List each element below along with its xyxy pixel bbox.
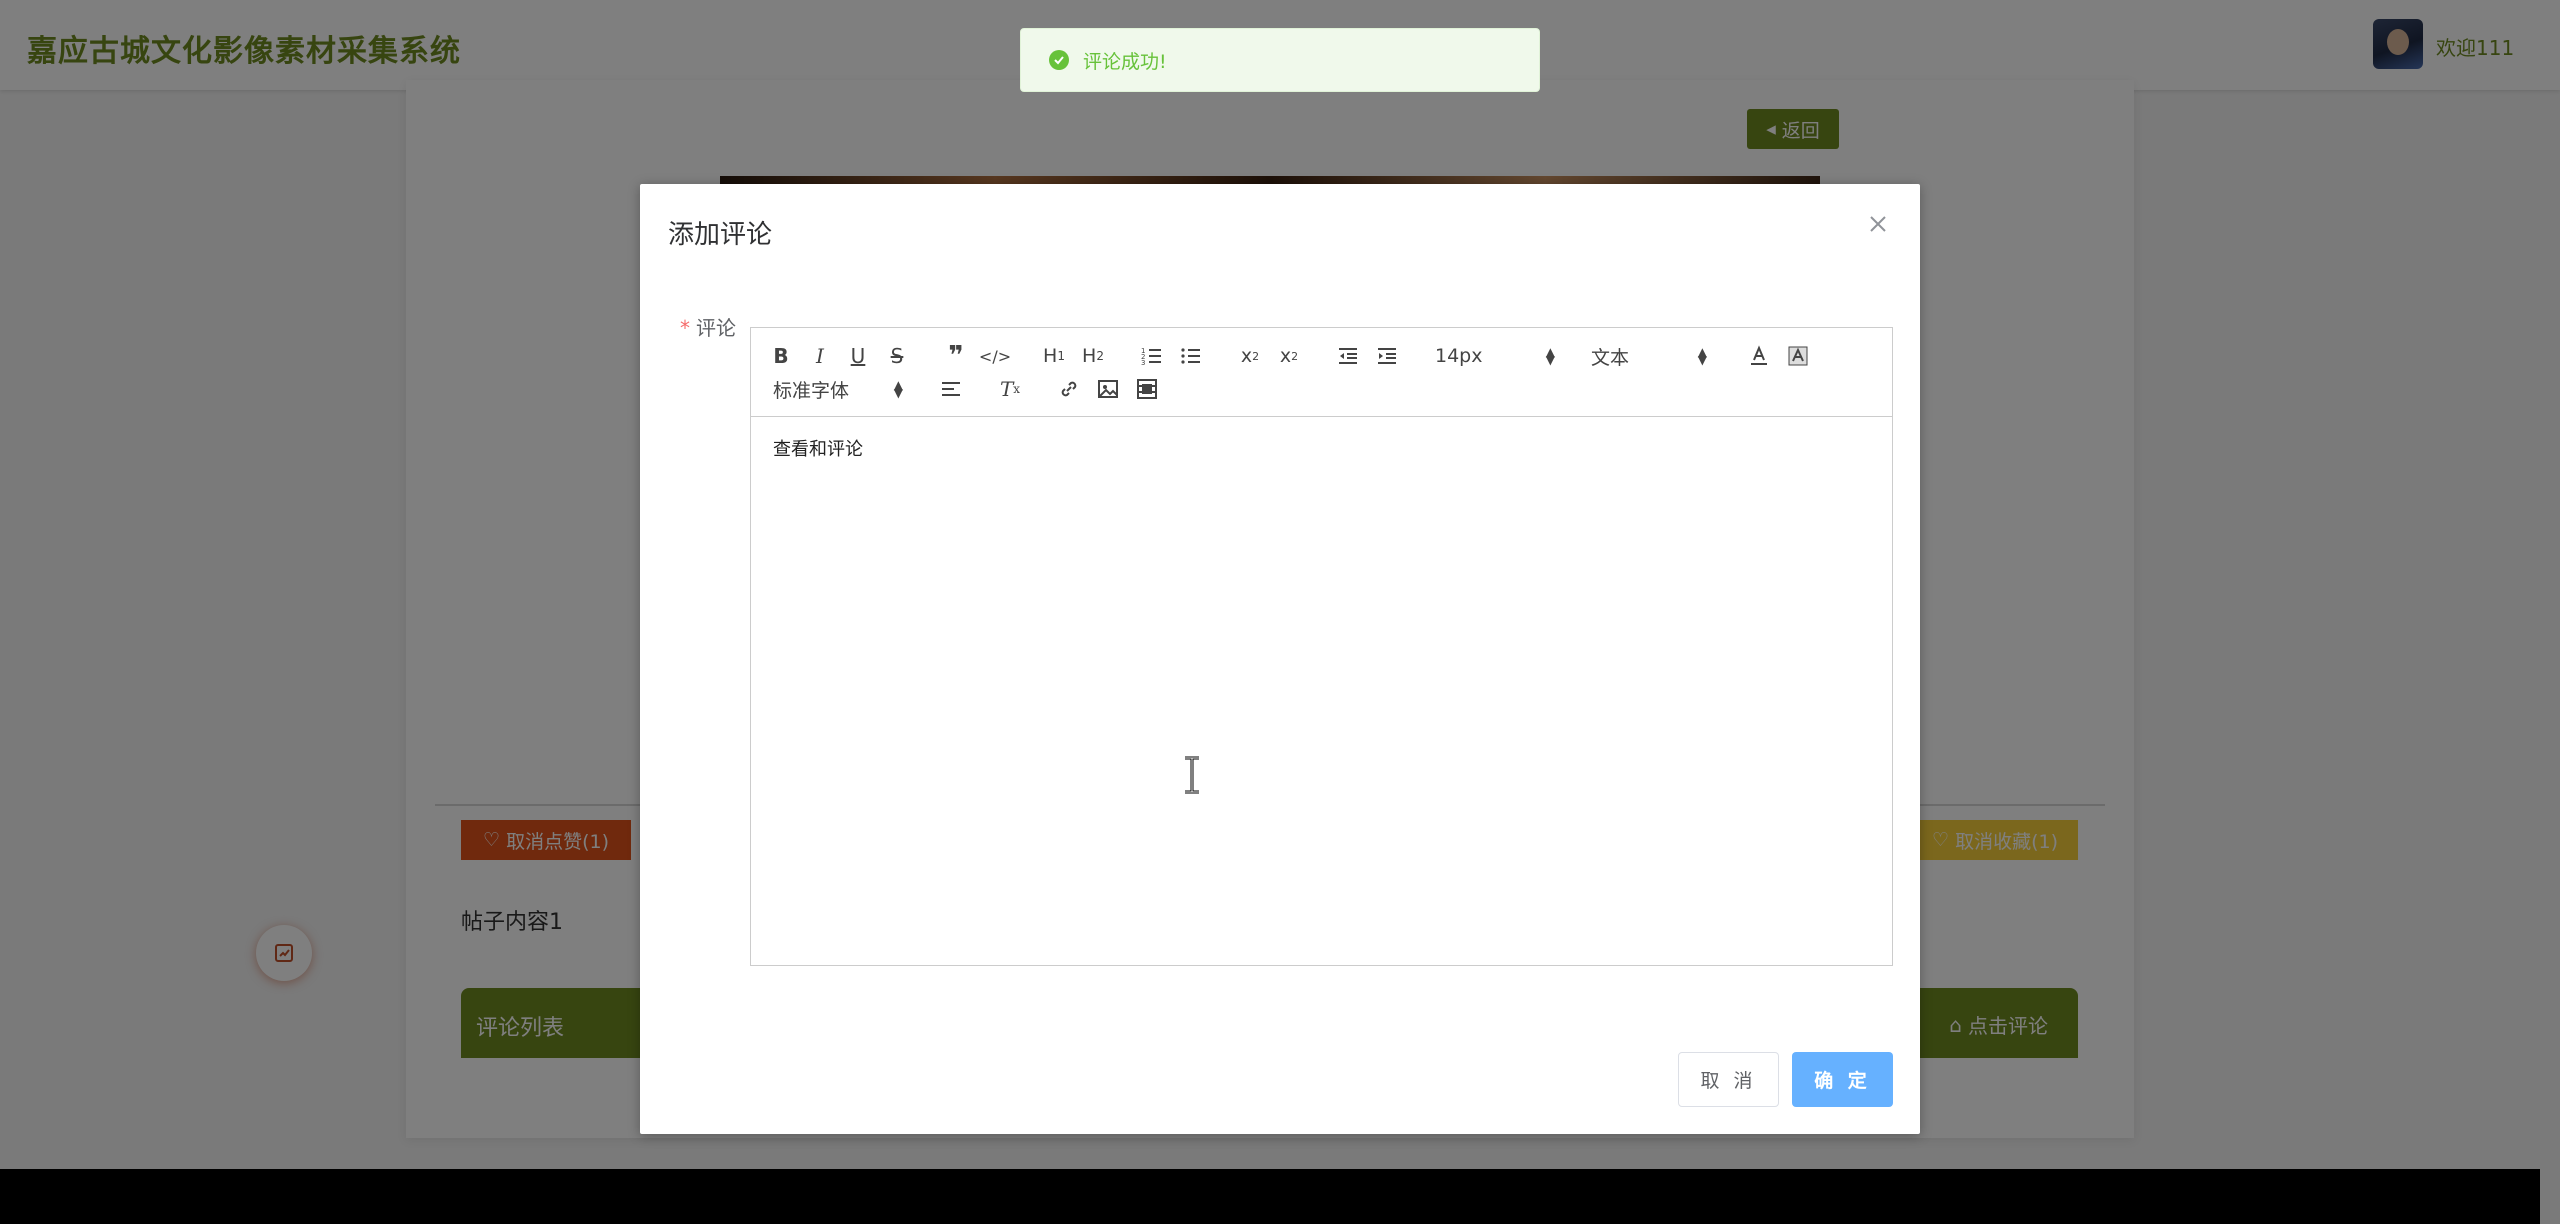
subscript-icon[interactable]: x2 <box>1235 341 1265 371</box>
header-2-icon[interactable]: H2 <box>1078 341 1108 371</box>
font-family-value: 标准字体 <box>773 379 850 402</box>
picker-arrows-icon: ▲ ▼ <box>1545 345 1555 367</box>
background-color-icon[interactable] <box>1783 341 1813 371</box>
comment-field-label: * 评论 <box>680 316 736 340</box>
editor-toolbar: B I U S ❞ </> H1 H2 123 x2 x2 14px ▲ ▼ 文… <box>751 328 1892 417</box>
editor-content-area[interactable]: 查看和评论 <box>751 417 1892 965</box>
align-icon[interactable] <box>936 374 966 404</box>
italic-icon[interactable]: I <box>805 341 835 371</box>
toast-message: 评论成功! <box>1083 50 1167 73</box>
rich-text-editor: B I U S ❞ </> H1 H2 123 x2 x2 14px ▲ ▼ 文… <box>750 327 1893 966</box>
ordered-list-icon[interactable]: 123 <box>1137 341 1167 371</box>
required-marker: * <box>680 316 690 340</box>
superscript-icon[interactable]: x2 <box>1274 341 1304 371</box>
bullet-list-icon[interactable] <box>1176 341 1206 371</box>
blockquote-icon[interactable]: ❞ <box>941 341 971 371</box>
success-toast: 评论成功! <box>1020 28 1540 92</box>
picker-arrows-icon: ▲ ▼ <box>1697 345 1707 367</box>
strikethrough-icon[interactable]: S <box>882 341 912 371</box>
text-color-icon[interactable] <box>1744 341 1774 371</box>
add-comment-dialog: 添加评论 *评论 B I U S ❞ </> H1 H2 123 x2 x2 <box>640 184 1920 1134</box>
video-icon[interactable] <box>1132 374 1162 404</box>
taskbar-strip <box>0 1169 2540 1224</box>
picker-arrows-icon: ▲ ▼ <box>893 378 903 400</box>
font-family-picker[interactable]: 标准字体 ▲ ▼ <box>773 374 903 404</box>
header-1-icon[interactable]: H1 <box>1039 341 1069 371</box>
clear-format-icon[interactable]: Tx <box>995 374 1025 404</box>
header-style-picker[interactable]: 文本 ▲ ▼ <box>1591 341 1707 371</box>
underline-icon[interactable]: U <box>843 341 873 371</box>
font-size-value: 14px <box>1435 345 1483 367</box>
dialog-title: 添加评论 <box>668 220 773 250</box>
svg-text:3: 3 <box>1141 359 1145 367</box>
indent-icon[interactable] <box>1372 341 1402 371</box>
text-cursor-icon <box>1180 756 1204 794</box>
confirm-button[interactable]: 确 定 <box>1792 1052 1893 1107</box>
link-icon[interactable] <box>1054 374 1084 404</box>
header-style-value: 文本 <box>1591 346 1630 369</box>
close-icon[interactable] <box>1866 212 1890 236</box>
cancel-button[interactable]: 取 消 <box>1678 1052 1779 1107</box>
font-size-picker[interactable]: 14px ▲ ▼ <box>1435 341 1555 371</box>
editor-text: 查看和评论 <box>773 439 863 460</box>
code-block-icon[interactable]: </> <box>979 341 1011 371</box>
outdent-icon[interactable] <box>1333 341 1363 371</box>
image-icon[interactable] <box>1093 374 1123 404</box>
bold-icon[interactable]: B <box>766 341 796 371</box>
check-circle-icon <box>1049 50 1069 70</box>
